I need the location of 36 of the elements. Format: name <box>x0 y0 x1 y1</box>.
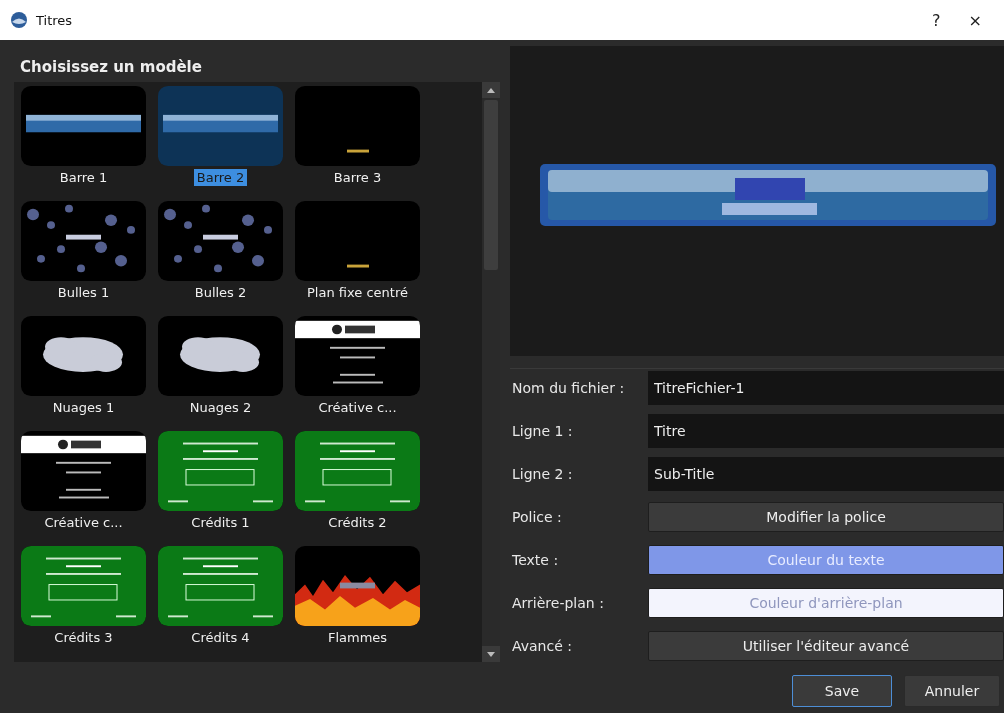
template-label[interactable]: Nuages 1 <box>49 399 118 416</box>
form-label: Avancé : <box>512 638 573 654</box>
template-label[interactable]: Barre 1 <box>56 169 111 186</box>
template-label[interactable]: Crédits 3 <box>51 629 116 646</box>
form-label: Arrière-plan : <box>512 595 605 611</box>
form-label: Ligne 2 : <box>512 466 574 482</box>
dialog-button[interactable]: Annuler <box>904 675 1000 707</box>
form-label: Police : <box>512 509 563 525</box>
form-label: Ligne 1 : <box>512 423 574 439</box>
text-field[interactable]: Titre <box>648 414 1004 448</box>
scroll-down-icon[interactable] <box>487 651 495 657</box>
template-label[interactable]: Crédits 1 <box>188 514 253 531</box>
template-label[interactable]: Plan fixe centré <box>304 284 411 301</box>
template-label[interactable]: Créative c... <box>41 514 126 531</box>
form-label: Texte : <box>512 552 560 568</box>
help-button[interactable]: ? <box>922 10 951 30</box>
template-label[interactable]: Bulles 2 <box>191 284 250 301</box>
window-title: Titres <box>36 12 74 28</box>
font-button[interactable]: Utiliser l'éditeur avancé <box>648 631 1004 661</box>
form-label: Nom du fichier : <box>512 380 626 396</box>
close-button[interactable]: × <box>958 10 992 30</box>
template-label[interactable]: Barre 3 <box>330 169 385 186</box>
app-logo-icon <box>10 11 28 29</box>
template-label[interactable]: Créative c... <box>315 399 400 416</box>
template-label[interactable]: Barre 2 <box>193 169 248 186</box>
template-label[interactable]: Crédits 2 <box>325 514 390 531</box>
panel-heading: Choisissez un modèle <box>19 57 203 78</box>
scroll-up-icon[interactable] <box>487 87 495 93</box>
text-field[interactable]: TitreFichier-1 <box>648 371 1004 405</box>
font-button[interactable]: Modifier la police <box>648 502 1004 532</box>
template-label[interactable]: Crédits 4 <box>188 629 253 646</box>
template-label[interactable]: Nuages 2 <box>186 399 255 416</box>
dialog-button[interactable]: Save <box>792 675 892 707</box>
template-label[interactable]: Bulles 1 <box>54 284 113 301</box>
text-field[interactable]: Sub-Title <box>648 457 1004 491</box>
template-label[interactable]: Flammes <box>324 629 391 646</box>
